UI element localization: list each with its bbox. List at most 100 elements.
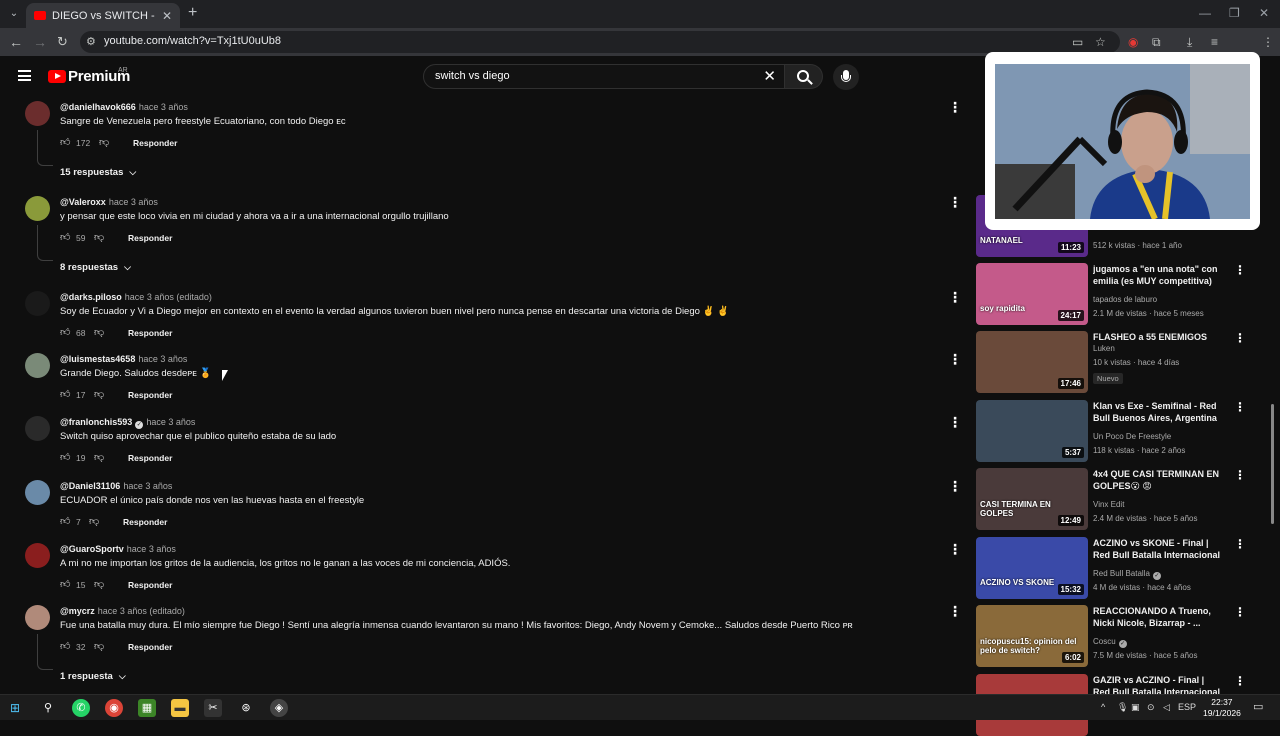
comment-time[interactable]: hace 3 años: [146, 417, 195, 427]
comment-time[interactable]: hace 3 años (editado): [98, 606, 185, 616]
comment-menu-icon[interactable]: ⋮: [948, 603, 962, 620]
reply-button[interactable]: Responder: [128, 642, 172, 652]
comment-time[interactable]: hace 3 años (editado): [125, 292, 212, 302]
comment-avatar[interactable]: [25, 416, 50, 441]
file-explorer-icon[interactable]: ▬: [171, 699, 189, 717]
video-thumbnail[interactable]: nicopuscu15: opinion del pelo de switch?…: [976, 605, 1088, 667]
minimize-icon[interactable]: —: [1199, 6, 1211, 20]
close-window-icon[interactable]: ✕: [1259, 6, 1269, 20]
site-info-icon[interactable]: ⚙: [86, 35, 96, 48]
like-icon[interactable]: 👍︎: [60, 515, 70, 527]
like-icon[interactable]: 👍︎: [60, 451, 70, 463]
menu-icon[interactable]: [18, 70, 31, 81]
comment-avatar[interactable]: [25, 101, 50, 126]
video-channel[interactable]: Coscu ✓: [1093, 637, 1127, 648]
youtube-logo-icon[interactable]: [48, 70, 66, 83]
video-channel[interactable]: tapados de laburo: [1093, 295, 1157, 304]
record-icon[interactable]: ◉: [1128, 35, 1138, 49]
steam-icon[interactable]: ⊛: [237, 699, 255, 717]
bookmark-star-icon[interactable]: ☆: [1095, 35, 1106, 49]
comment-author[interactable]: @Daniel31106 hace 3 años: [60, 481, 172, 491]
like-icon[interactable]: 👍︎: [60, 578, 70, 590]
show-replies-button[interactable]: 8 respuestas ⌵: [60, 262, 131, 273]
channel-name[interactable]: Vinx Edit: [1093, 500, 1124, 509]
comment-author[interactable]: @darks.piloso hace 3 años (editado): [60, 292, 212, 302]
dislike-icon[interactable]: 👎︎: [89, 515, 99, 527]
microphone-tray-icon[interactable]: 🎙: [1117, 702, 1128, 713]
page-scrollbar[interactable]: [1268, 96, 1276, 694]
comment-menu-icon[interactable]: ⋮: [948, 194, 962, 211]
clear-search-icon[interactable]: ✕: [763, 67, 776, 85]
comment-handle[interactable]: @luismestas4658: [60, 354, 135, 364]
comment-time[interactable]: hace 3 años: [139, 102, 188, 112]
windows-start-icon[interactable]: ⊞: [6, 699, 24, 717]
comment-handle[interactable]: @Valeroxx: [60, 197, 106, 207]
comment-author[interactable]: @GuaroSportv hace 3 años: [60, 544, 176, 554]
comment-time[interactable]: hace 3 años: [138, 354, 187, 364]
comment-avatar[interactable]: [25, 291, 50, 316]
comment-author[interactable]: @franlonchis593 ✓ hace 3 años: [60, 417, 195, 429]
keyboard-language[interactable]: ESP: [1178, 702, 1196, 712]
address-bar[interactable]: ⚙ youtube.com/watch?v=Txj1tU0uUb8: [80, 31, 1120, 53]
related-video[interactable]: 17:46 FLASHEO a 55 ENEMIGOS Luken 10 k vist…: [976, 331, 1256, 393]
video-thumbnail[interactable]: ACZINO VS SKONE 15:32: [976, 537, 1088, 599]
comment-time[interactable]: hace 3 años: [123, 481, 172, 491]
app-icon[interactable]: ◈: [270, 699, 288, 717]
new-tab-icon[interactable]: +: [188, 4, 197, 22]
channel-name[interactable]: Red Bull Batalla: [1093, 569, 1150, 578]
comment-handle[interactable]: @darks.piloso: [60, 292, 122, 302]
video-menu-icon[interactable]: ⋮: [1234, 331, 1246, 345]
related-video[interactable]: ACZINO VS SKONE 15:32 ACZINO vs SKONE - Fi…: [976, 537, 1256, 599]
search-button[interactable]: [785, 64, 823, 89]
show-replies-button[interactable]: 1 respuesta ⌵: [60, 671, 126, 682]
browser-tab[interactable]: DIEGO vs SWITCH - Final | Red Bull ✕: [26, 3, 180, 28]
video-title[interactable]: jugamos a "en una nota" con emilia (es M…: [1093, 263, 1223, 287]
media-icon[interactable]: ≡: [1211, 35, 1218, 49]
voice-search-button[interactable]: [833, 64, 859, 90]
comment-handle[interactable]: @franlonchis593: [60, 417, 132, 427]
comment-menu-icon[interactable]: ⋮: [948, 414, 962, 431]
channel-name[interactable]: Un Poco De Freestyle: [1093, 432, 1171, 441]
comment-time[interactable]: hace 3 años: [127, 544, 176, 554]
comment-avatar[interactable]: [25, 196, 50, 221]
reply-button[interactable]: Responder: [123, 517, 167, 527]
like-icon[interactable]: 👍︎: [60, 326, 70, 338]
video-thumbnail[interactable]: soy rapidita 24:17: [976, 263, 1088, 325]
related-video[interactable]: 5:37 Klan vs Exe - Semifinal - Red Bull B…: [976, 400, 1256, 462]
channel-name[interactable]: tapados de laburo: [1093, 295, 1157, 304]
comment-handle[interactable]: @Daniel31106: [60, 481, 120, 491]
like-icon[interactable]: 👍︎: [60, 640, 70, 652]
dislike-icon[interactable]: 👎︎: [94, 578, 104, 590]
comment-time[interactable]: hace 3 años: [109, 197, 158, 207]
video-thumbnail[interactable]: 5:37: [976, 400, 1088, 462]
comment-menu-icon[interactable]: ⋮: [948, 99, 962, 116]
reply-button[interactable]: Responder: [128, 453, 172, 463]
comment-menu-icon[interactable]: ⋮: [948, 541, 962, 558]
reply-button[interactable]: Responder: [128, 580, 172, 590]
dislike-icon[interactable]: 👎︎: [94, 640, 104, 652]
tray-chevron-icon[interactable]: ^: [1101, 702, 1105, 712]
like-icon[interactable]: 👍︎: [60, 388, 70, 400]
meet-now-icon[interactable]: ▣: [1131, 702, 1140, 713]
comment-author[interactable]: @Valeroxx hace 3 años: [60, 197, 158, 207]
video-channel[interactable]: Red Bull Batalla ✓: [1093, 569, 1161, 580]
notifications-icon[interactable]: ▭: [1253, 700, 1263, 713]
whatsapp-icon[interactable]: ✆: [72, 699, 90, 717]
dislike-icon[interactable]: 👎︎: [94, 451, 104, 463]
clock[interactable]: 22:37 19/1/2026: [1203, 697, 1241, 719]
cast-icon[interactable]: ▭: [1072, 35, 1083, 49]
search-taskbar-icon[interactable]: ⚲: [39, 699, 57, 717]
reload-icon[interactable]: ↻: [57, 34, 68, 50]
comment-avatar[interactable]: [25, 605, 50, 630]
video-title[interactable]: REACCIONANDO A Trueno, Nicki Nicole, Biz…: [1093, 605, 1223, 629]
chrome-icon[interactable]: ◉: [105, 699, 123, 717]
dislike-icon[interactable]: 👎︎: [94, 231, 104, 243]
forward-icon[interactable]: →: [33, 34, 47, 50]
show-replies-button[interactable]: 15 respuestas ⌵: [60, 167, 136, 178]
channel-name[interactable]: Coscu: [1093, 637, 1116, 646]
video-channel[interactable]: Un Poco De Freestyle: [1093, 432, 1171, 441]
video-thumbnail[interactable]: CASI TERMINA EN GOLPES 12:49: [976, 468, 1088, 530]
tab-close-icon[interactable]: ✕: [162, 9, 172, 23]
comment-author[interactable]: @mycrz hace 3 años (editado): [60, 606, 185, 616]
comment-menu-icon[interactable]: ⋮: [948, 289, 962, 306]
